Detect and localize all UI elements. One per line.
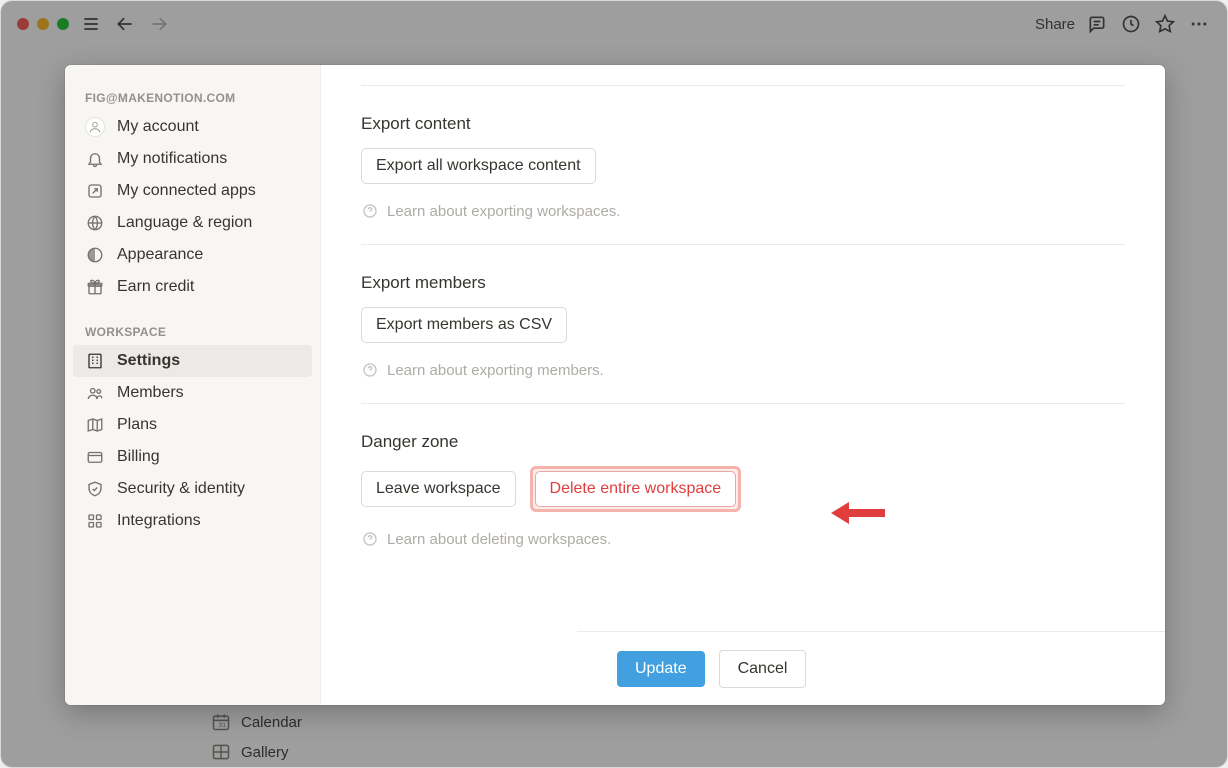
sidebar-item-label: Integrations [117,512,201,530]
sidebar-item-earn-credit[interactable]: Earn credit [73,271,312,303]
section-title-export-content: Export content [361,114,1125,134]
workspace-header: WORKSPACE [73,317,312,345]
gift-icon [85,277,105,297]
help-icon [361,361,379,379]
sidebar-item-billing[interactable]: Billing [73,441,312,473]
sidebar-item-label: My notifications [117,150,227,168]
map-icon [85,415,105,435]
favorite-icon[interactable] [1153,12,1177,36]
minimize-window-icon[interactable] [37,18,49,30]
section-title-danger-zone: Danger zone [361,432,1125,452]
external-icon [85,181,105,201]
modal-sidebar: FIG@MAKENOTION.COM My account My notific… [65,65,321,705]
shield-icon [85,479,105,499]
leave-workspace-button[interactable]: Leave workspace [361,471,516,507]
export-all-content-button[interactable]: Export all workspace content [361,148,596,184]
help-icon [361,202,379,220]
globe-icon [85,213,105,233]
avatar-icon [85,117,105,137]
list-item-label: Calendar [241,714,302,731]
section-title-export-members: Export members [361,273,1125,293]
list-item[interactable]: Gallery [205,737,1227,767]
sidebar-item-label: Appearance [117,246,203,264]
sidebar-item-my-account[interactable]: My account [73,111,312,143]
help-icon [361,530,379,548]
people-icon [85,383,105,403]
cancel-button[interactable]: Cancel [719,650,807,688]
zoom-window-icon[interactable] [57,18,69,30]
gallery-icon [211,742,231,762]
updates-icon[interactable] [1119,12,1143,36]
appearance-icon [85,245,105,265]
sidebar-item-label: Security & identity [117,480,245,498]
sidebar-item-label: Plans [117,416,157,434]
help-label: Learn about deleting workspaces. [387,531,611,548]
account-email-header: FIG@MAKENOTION.COM [73,83,312,111]
grid-icon [85,511,105,531]
card-icon [85,447,105,467]
delete-workspace-button[interactable]: Delete entire workspace [535,471,737,507]
sidebar-item-plans[interactable]: Plans [73,409,312,441]
sidebar-item-label: Billing [117,448,160,466]
delete-workspace-highlight: Delete entire workspace [530,466,742,512]
sidebar-item-connected-apps[interactable]: My connected apps [73,175,312,207]
calendar-icon: 31 [211,712,231,732]
sidebar-item-security[interactable]: Security & identity [73,473,312,505]
sidebar-item-label: Members [117,384,184,402]
sidebar-item-appearance[interactable]: Appearance [73,239,312,271]
list-item-label: Gallery [241,744,289,761]
sidebar-item-settings[interactable]: Settings [73,345,312,377]
help-link-export-members[interactable]: Learn about exporting members. [361,361,1125,379]
app-window: Share 31 Calendar Gallery [0,0,1228,768]
sidebar-item-members[interactable]: Members [73,377,312,409]
share-button[interactable]: Share [1035,16,1075,33]
sidebar-item-label: My account [117,118,199,136]
list-item[interactable]: 31 Calendar [205,707,1227,737]
sidebar-item-notifications[interactable]: My notifications [73,143,312,175]
sidebar-item-label: Language & region [117,214,252,232]
sidebar-item-label: Settings [117,352,180,370]
topbar: Share [1,1,1227,47]
update-button[interactable]: Update [617,651,705,687]
close-window-icon[interactable] [17,18,29,30]
modal-footer: Update Cancel [577,631,1165,705]
back-icon[interactable] [113,12,137,36]
help-label: Learn about exporting members. [387,362,604,379]
sidebar-item-label: Earn credit [117,278,194,296]
window-controls [17,18,69,30]
forward-icon[interactable] [147,12,171,36]
sidebar-item-integrations[interactable]: Integrations [73,505,312,537]
settings-modal: FIG@MAKENOTION.COM My account My notific… [65,65,1165,705]
sidebar-item-label: My connected apps [117,182,256,200]
sidebar-item-language-region[interactable]: Language & region [73,207,312,239]
building-icon [85,351,105,371]
comments-icon[interactable] [1085,12,1109,36]
export-members-csv-button[interactable]: Export members as CSV [361,307,567,343]
modal-content: Export content Export all workspace cont… [321,65,1165,705]
bell-icon [85,149,105,169]
help-link-delete-workspaces[interactable]: Learn about deleting workspaces. [361,530,1125,548]
svg-text:31: 31 [219,722,227,729]
callout-arrow-icon [829,498,887,528]
help-link-export-workspaces[interactable]: Learn about exporting workspaces. [361,202,1125,220]
more-icon[interactable] [1187,12,1211,36]
menu-icon[interactable] [79,12,103,36]
help-label: Learn about exporting workspaces. [387,203,620,220]
